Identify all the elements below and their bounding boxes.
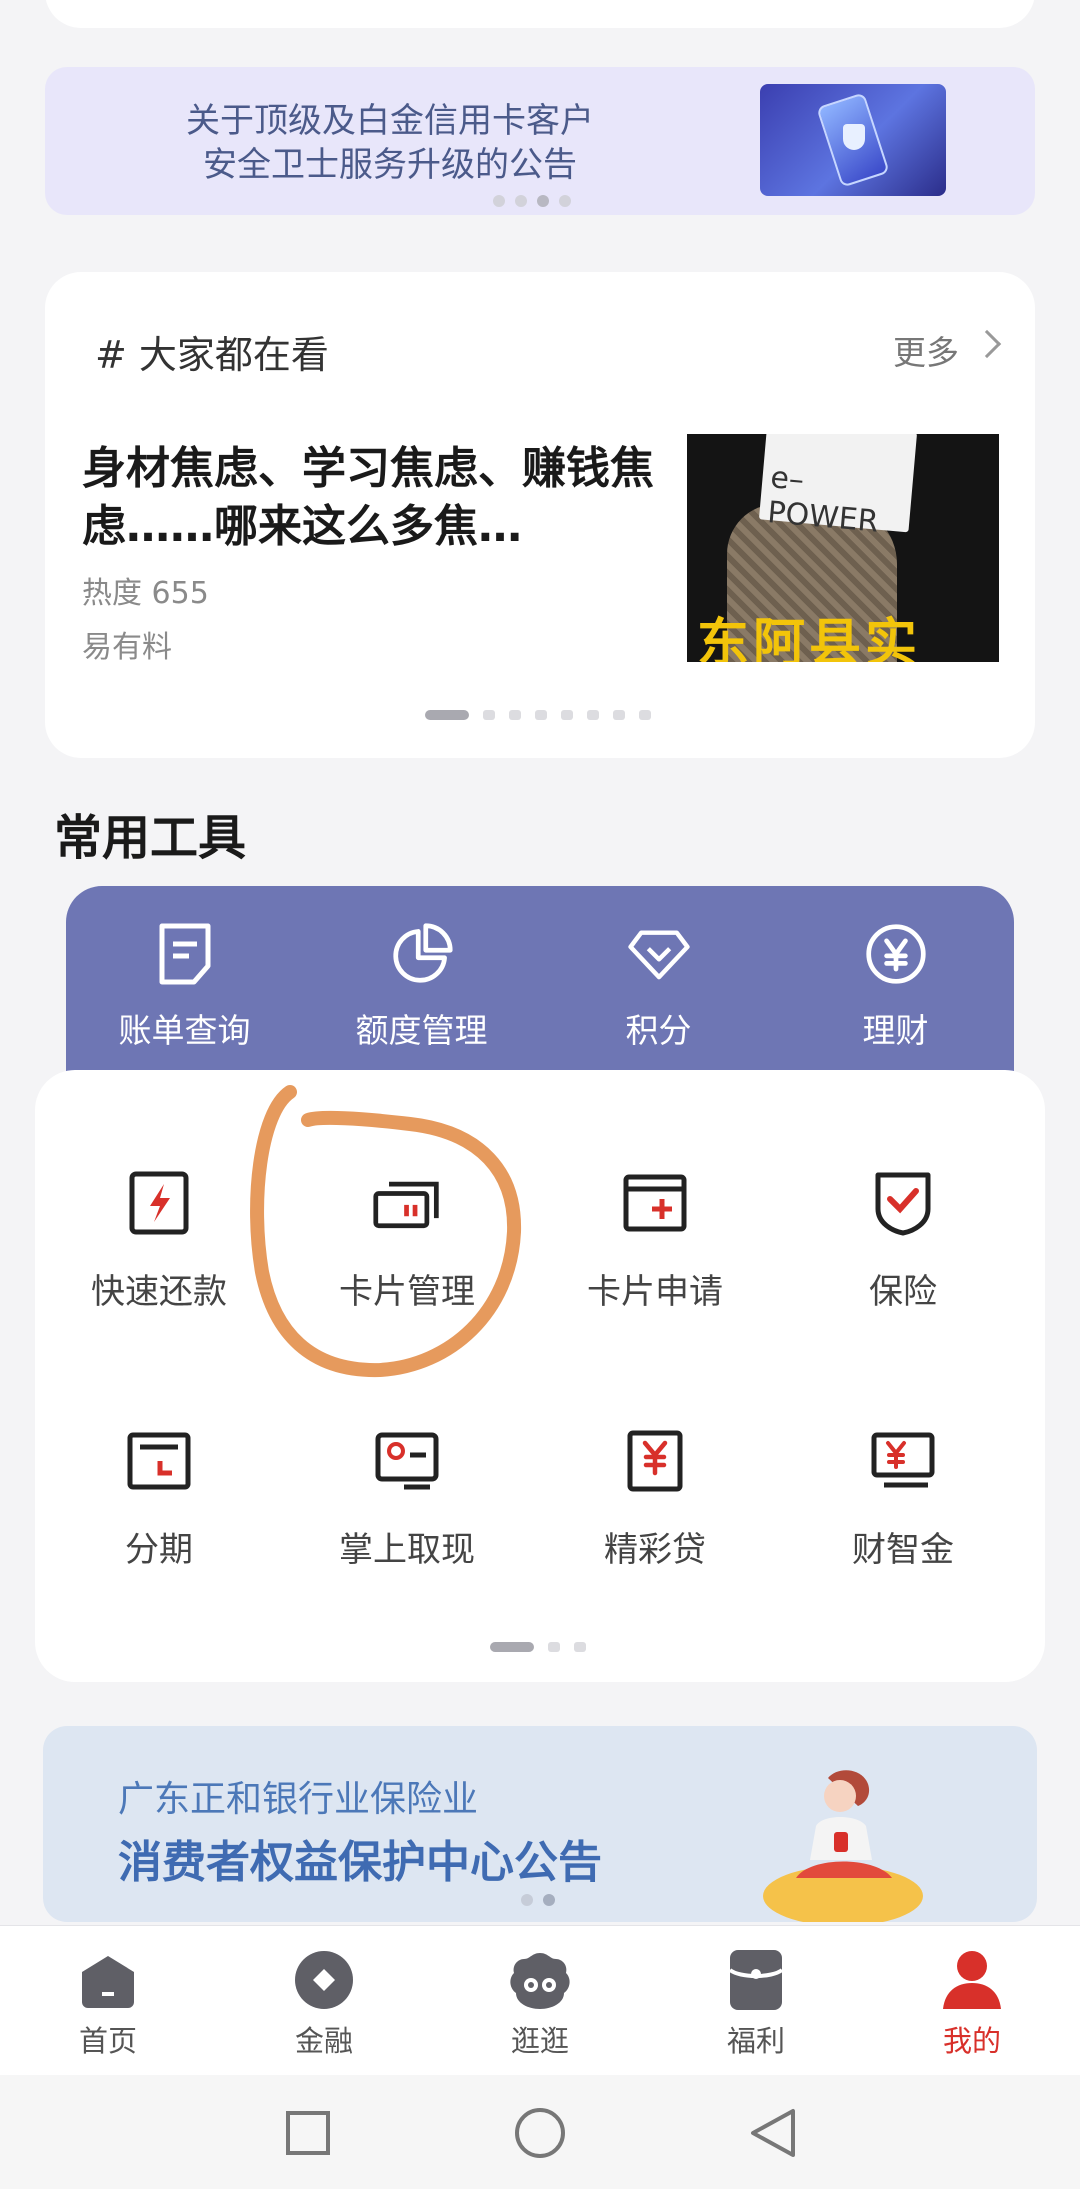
gift-icon (724, 1948, 788, 2012)
tool-smart-fund-label: 财智金 (852, 1530, 954, 1570)
tab-home-label: 首页 (78, 2024, 137, 2058)
finance-icon (292, 1948, 356, 2012)
banner-text: 关于顶级及白金信用卡客户 安全卫士服务升级的公告 (130, 99, 650, 187)
source-label: 易有料 (82, 630, 172, 665)
tool-cash-withdraw[interactable]: 掌上取现 (283, 1426, 531, 1571)
system-nav-bar (0, 2075, 1080, 2189)
notice-line1: 广东正和银行业保险业 (118, 1779, 479, 1820)
tool-card-management[interactable]: 卡片管理 (283, 1168, 531, 1313)
tab-benefits-label: 福利 (726, 2024, 785, 2058)
notice-line2: 消费者权益保护中心公告 (118, 1837, 602, 1888)
consumer-protection-banner[interactable]: 广东正和银行业保险业 消费者权益保护中心公告 (43, 1726, 1037, 1922)
yen-stack-icon (868, 1426, 938, 1496)
tab-finance[interactable]: 金融 (216, 1948, 432, 2060)
diamond-icon (627, 922, 691, 986)
meditating-person-illustration (796, 1770, 892, 1878)
tool-card-apply[interactable]: 卡片申请 (531, 1168, 779, 1313)
tab-browse[interactable]: 逛逛 (432, 1948, 648, 2060)
browse-icon (508, 1948, 572, 2012)
tools-heading: 常用工具 (54, 810, 247, 866)
circle-icon (515, 2108, 565, 2158)
primary-tools-strip: 账单查询 额度管理 积分 理财 (66, 886, 1014, 1076)
tool-smart-fund[interactable]: 财智金 (779, 1426, 1027, 1571)
tool-quick-repay-label: 快速还款 (91, 1272, 227, 1312)
tool-credit-limit[interactable]: 额度管理 (303, 922, 540, 1052)
installment-icon (124, 1426, 194, 1496)
more-link[interactable]: 更多 (893, 326, 959, 374)
notice-page-dots (521, 1894, 555, 1906)
tool-installment-label: 分期 (125, 1530, 193, 1570)
tool-installment[interactable]: 分期 (35, 1426, 283, 1571)
bottom-tab-bar: 首页 金融 逛逛 福利 我的 (0, 1925, 1080, 2075)
card-plus-icon (620, 1168, 690, 1238)
banner-page-dots (493, 195, 571, 207)
tool-credit-limit-label: 额度管理 (355, 1011, 488, 1050)
trending-page-dots (425, 710, 651, 720)
lightning-card-icon (124, 1168, 194, 1238)
tool-bill[interactable]: 账单查询 (66, 922, 303, 1052)
tool-insurance[interactable]: 保险 (779, 1168, 1027, 1313)
thumbnail-caption: 东阿县实 (697, 614, 922, 662)
tool-quick-repay[interactable]: 快速还款 (35, 1168, 283, 1313)
tool-wealth[interactable]: 理财 (777, 922, 1014, 1052)
banner-line2: 安全卫士服务升级的公告 (203, 145, 577, 185)
yen-card-icon (620, 1426, 690, 1496)
trending-headline[interactable]: 身材焦虑、学习焦虑、赚钱焦虑……哪来这么多焦… (82, 440, 662, 556)
tool-loan-label: 精彩贷 (604, 1530, 706, 1570)
tab-browse-label: 逛逛 (510, 2024, 569, 2058)
trending-card[interactable]: # 大家都在看 更多 身材焦虑、学习焦虑、赚钱焦虑……哪来这么多焦… 热度 65… (45, 272, 1035, 758)
tool-bill-label: 账单查询 (118, 1011, 251, 1050)
home-button[interactable] (512, 2105, 568, 2161)
thumbnail-sign-text: e–POWER (766, 460, 880, 540)
trending-title: # 大家都在看 (95, 333, 329, 377)
yen-circle-icon (864, 922, 928, 986)
recent-apps-button[interactable] (280, 2105, 336, 2161)
tools-grid-card: 快速还款 卡片管理 卡片申请 保险 分期 掌上取现 精彩贷 财智金 (35, 1070, 1045, 1682)
tool-loan[interactable]: 精彩贷 (531, 1426, 779, 1571)
cash-icon (372, 1426, 442, 1496)
tab-home[interactable]: 首页 (0, 1948, 216, 2060)
tab-benefits[interactable]: 福利 (648, 1948, 864, 2060)
square-icon (286, 2111, 330, 2155)
bill-icon (153, 922, 217, 986)
profile-icon (940, 1948, 1004, 2012)
tab-profile[interactable]: 我的 (864, 1948, 1080, 2060)
shield-check-icon (868, 1168, 938, 1238)
back-triangle-icon (751, 2109, 795, 2157)
tool-insurance-label: 保险 (869, 1272, 937, 1312)
tool-cash-withdraw-label: 掌上取现 (339, 1530, 475, 1570)
previous-card (45, 0, 1035, 28)
pie-chart-icon (390, 922, 454, 986)
security-phone-image (760, 84, 946, 196)
chevron-right-icon[interactable] (972, 329, 1002, 359)
tool-card-management-label: 卡片管理 (339, 1272, 475, 1312)
tool-points[interactable]: 积分 (540, 922, 777, 1052)
heat-count: 热度 655 (82, 576, 209, 611)
tab-profile-label: 我的 (942, 2024, 1001, 2058)
tool-points-label: 积分 (625, 1011, 692, 1050)
tool-card-apply-label: 卡片申请 (587, 1272, 723, 1312)
announcement-banner[interactable]: 关于顶级及白金信用卡客户 安全卫士服务升级的公告 (45, 67, 1035, 215)
tab-finance-label: 金融 (294, 2024, 353, 2058)
article-thumbnail[interactable]: e–POWER 东阿县实 (687, 434, 999, 662)
tool-wealth-label: 理财 (862, 1011, 929, 1050)
back-button[interactable] (744, 2105, 800, 2161)
tools-page-dots (490, 1642, 586, 1652)
banner-line1: 关于顶级及白金信用卡客户 (186, 101, 594, 141)
cards-icon (372, 1168, 442, 1238)
home-icon (76, 1948, 140, 2012)
